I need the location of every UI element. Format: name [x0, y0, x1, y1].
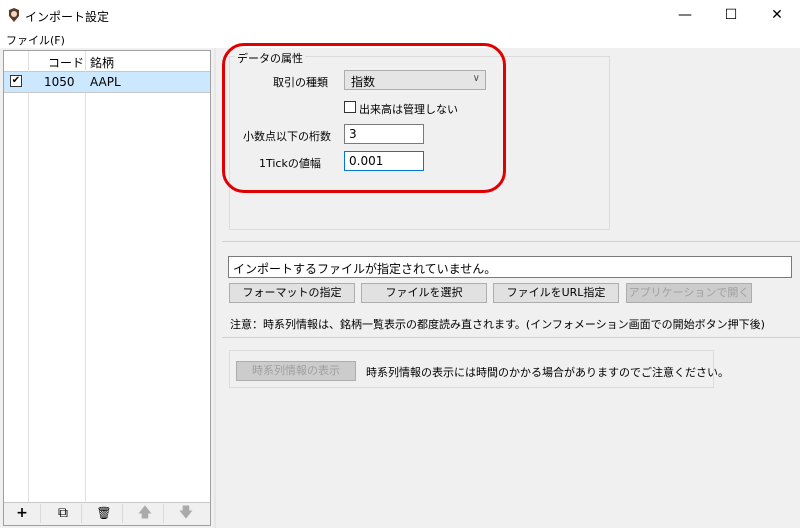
- title-bar: インポート設定 — ☐ ✕: [0, 0, 800, 30]
- table-row[interactable]: ✔ 1050 AAPL: [4, 72, 210, 93]
- grid-divider: [28, 51, 29, 503]
- select-file-button[interactable]: ファイルを選択: [361, 283, 487, 303]
- row-name: AAPL: [90, 75, 121, 89]
- copy-icon[interactable]: ⧉: [45, 504, 82, 523]
- file-url-button[interactable]: ファイルをURL指定: [493, 283, 619, 303]
- import-status-field: インポートするファイルが指定されていません。: [228, 256, 792, 278]
- history-note: 時系列情報の表示には時間のかかる場合がありますのでご注意ください。: [366, 366, 729, 379]
- panel-splitter[interactable]: [214, 48, 216, 528]
- grid-header: コード 銘柄: [4, 51, 210, 72]
- menu-file[interactable]: ファイル(F): [6, 32, 65, 48]
- row-checkbox[interactable]: ✔: [10, 75, 22, 87]
- list-toolbar: + ⧉ 🗑 🡅 🡇: [4, 502, 210, 525]
- arrow-up-icon[interactable]: 🡅: [127, 504, 164, 523]
- trash-icon[interactable]: 🗑: [86, 504, 123, 523]
- grid-header-name[interactable]: 銘柄: [90, 54, 114, 71]
- section-divider: [222, 337, 800, 338]
- close-button[interactable]: ✕: [754, 0, 800, 30]
- format-button[interactable]: フォーマットの指定: [229, 283, 355, 303]
- maximize-button[interactable]: ☐: [708, 0, 754, 30]
- show-history-button[interactable]: 時系列情報の表示: [236, 361, 356, 381]
- minimize-button[interactable]: —: [662, 0, 708, 30]
- import-note: 注意：時系列情報は、銘柄一覧表示の都度読み直されます。(インフォメーション画面で…: [230, 318, 765, 331]
- open-app-button[interactable]: アプリケーションで開く: [626, 283, 752, 303]
- grid-header-code[interactable]: コード: [48, 54, 84, 71]
- window-title: インポート設定: [25, 10, 110, 24]
- app-icon: [9, 8, 19, 22]
- grid-divider: [85, 51, 86, 503]
- arrow-down-icon[interactable]: 🡇: [168, 504, 204, 523]
- add-icon[interactable]: +: [4, 504, 41, 523]
- row-code: 1050: [44, 75, 75, 89]
- section-divider: [222, 241, 800, 242]
- highlight-annotation: [222, 43, 506, 193]
- symbol-list: コード 銘柄 ✔ 1050 AAPL + ⧉ 🗑 🡅 🡇: [3, 50, 211, 526]
